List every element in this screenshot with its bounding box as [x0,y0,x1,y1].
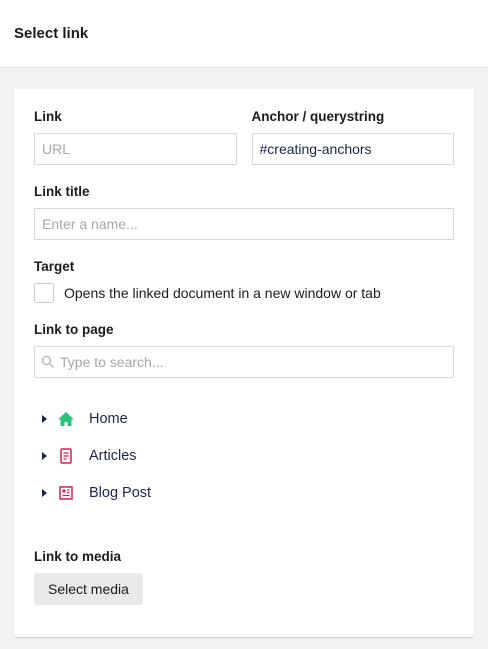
link-form-panel: Link Anchor / querystring Link title Tar… [14,89,474,637]
tree-item-label: Articles [89,447,137,464]
new-window-checkbox[interactable] [34,283,54,303]
link-anchor-row: Link Anchor / querystring [34,109,454,165]
newspaper-icon [57,484,75,502]
anchor-input[interactable] [251,133,454,165]
content-tree: Home Articles Blog Post [34,400,454,511]
page-search [34,346,454,378]
document-list-icon [57,447,75,465]
search-icon [41,355,54,368]
link-to-media-section: Link to media Select media [34,549,454,605]
link-label: Link [34,109,62,124]
page-search-input[interactable] [34,346,454,378]
link-to-page-label: Link to page [34,322,114,337]
tree-item-label: Home [89,410,128,427]
expand-caret-icon[interactable] [42,451,47,460]
expand-caret-icon[interactable] [42,414,47,423]
anchor-label: Anchor / querystring [251,109,385,124]
expand-caret-icon[interactable] [42,488,47,497]
link-field: Link [34,109,237,165]
target-label: Target [34,259,75,274]
tree-item-home[interactable]: Home [34,400,454,437]
tree-item-articles[interactable]: Articles [34,437,454,474]
dialog-title: Select link [14,25,89,42]
anchor-field: Anchor / querystring [251,109,454,165]
home-icon [57,410,75,428]
link-title-input[interactable] [34,208,454,240]
tree-item-blog-post[interactable]: Blog Post [34,474,454,511]
url-input[interactable] [34,133,237,165]
link-to-media-label: Link to media [34,549,122,564]
select-media-button[interactable]: Select media [34,573,143,605]
new-window-checkbox-label: Opens the linked document in a new windo… [64,285,381,301]
new-window-option[interactable]: Opens the linked document in a new windo… [34,283,454,303]
dialog-header: Select link [0,0,488,68]
tree-item-label: Blog Post [89,484,152,501]
link-title-label: Link title [34,184,90,199]
link-title-field: Link title [34,184,454,240]
